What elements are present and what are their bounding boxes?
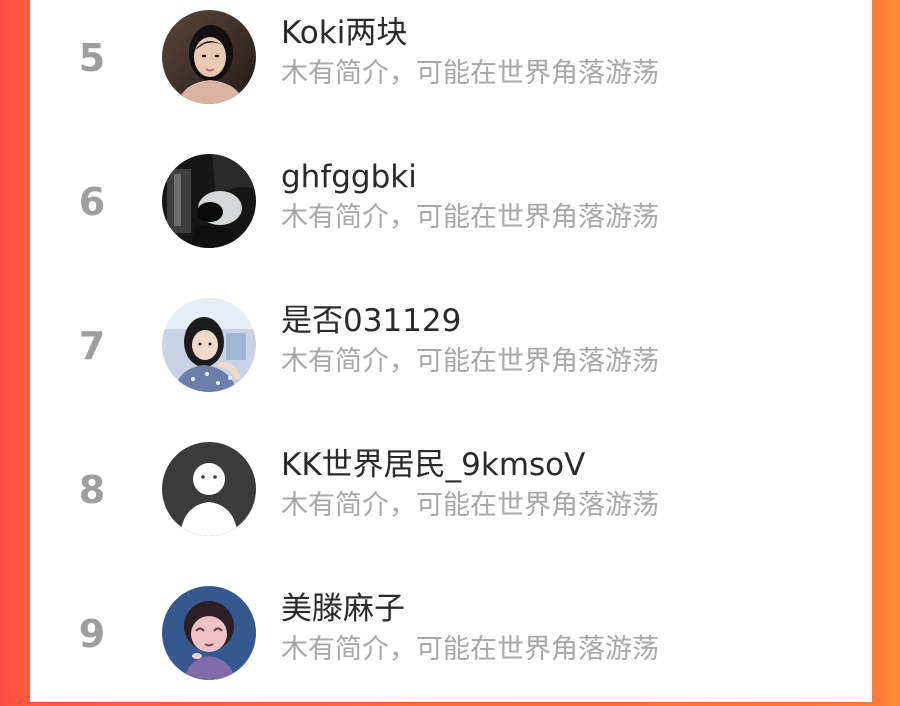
user-bio: 木有简介，可能在世界角落游荡 xyxy=(281,490,659,521)
dark-photo-icon[interactable] xyxy=(162,154,256,248)
ranking-panel: 5 Koki两块 木有简介，可能在世界角落游荡 6 ghfggbki 木有简介，… xyxy=(30,0,872,702)
rank-number: 9 xyxy=(78,612,106,656)
selfie-photo-icon[interactable] xyxy=(162,298,256,392)
ranking-row-8[interactable]: 8 KK世界居民_9kmsoV 木有简介，可能在世界角落游荡 xyxy=(30,418,872,562)
ranking-row-5[interactable]: 5 Koki两块 木有简介，可能在世界角落游荡 xyxy=(30,0,872,130)
portrait-photo-icon[interactable] xyxy=(162,10,256,104)
default-avatar-icon[interactable] xyxy=(162,442,256,536)
user-bio: 木有简介，可能在世界角落游荡 xyxy=(281,634,659,665)
user-bio: 木有简介，可能在世界角落游荡 xyxy=(281,202,659,233)
ranking-row-9[interactable]: 9 美滕麻子 木有简介，可能在世界角落游荡 xyxy=(30,562,872,706)
cartoon-avatar-icon[interactable] xyxy=(162,586,256,680)
user-name: ghfggbki xyxy=(281,159,417,195)
user-name: Koki两块 xyxy=(281,15,408,51)
rank-number: 8 xyxy=(78,468,106,512)
ranking-row-7[interactable]: 7 是否031129 木有简介，可能在世界角落游荡 xyxy=(30,274,872,418)
user-bio: 木有简介，可能在世界角落游荡 xyxy=(281,346,659,377)
user-bio: 木有简介，可能在世界角落游荡 xyxy=(281,58,659,89)
rank-number: 5 xyxy=(78,36,106,80)
user-name: 是否031129 xyxy=(281,303,462,339)
rank-number: 6 xyxy=(78,180,106,224)
rank-number: 7 xyxy=(78,324,106,368)
user-name: 美滕麻子 xyxy=(281,591,405,627)
user-name: KK世界居民_9kmsoV xyxy=(281,447,586,483)
ranking-row-6[interactable]: 6 ghfggbki 木有简介，可能在世界角落游荡 xyxy=(30,130,872,274)
